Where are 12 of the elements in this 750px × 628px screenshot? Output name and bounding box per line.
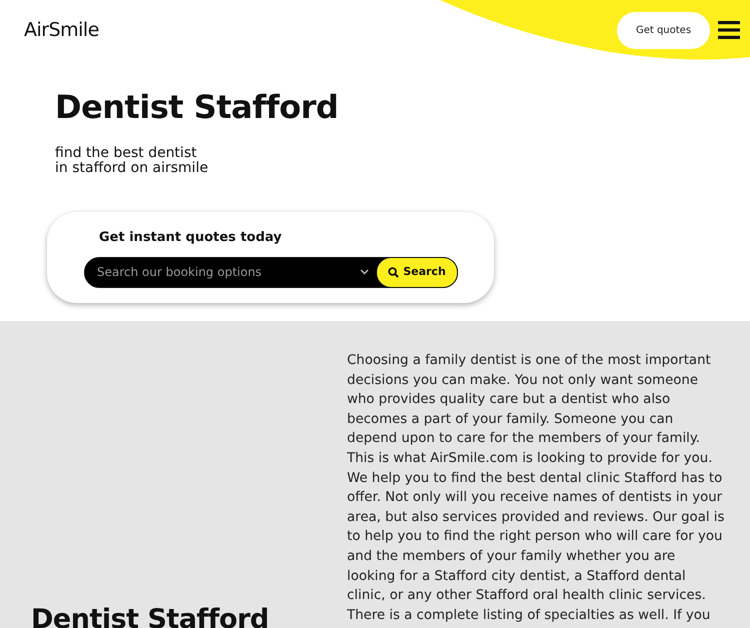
page-title: Dentist Stafford — [55, 88, 340, 126]
logo[interactable]: AirSmile — [24, 16, 99, 44]
quote-heading: Get instant quotes today — [99, 229, 283, 248]
search-icon — [388, 266, 400, 278]
menu-icon[interactable] — [718, 20, 740, 40]
chevron-down-icon — [360, 269, 369, 276]
get-quotes-button[interactable]: Get quotes — [617, 12, 710, 48]
subtitle: find the best dentist in stafford on airsmile — [55, 146, 210, 176]
booking-search-field[interactable]: Search our booking options Search — [84, 256, 458, 288]
body-paragraph: There is a complete listing of specialties as well. If you — [347, 606, 712, 625]
body-paragraph: Choosing a family dentist is one of the most important decisions you can make. You not only want someone who provides quality care but a dentist who also becomes a part of your family. Someone you can depend upon to care for the members of your family. This is what AirSmile.com is looking to provide for you. We help you to find the best dental clinic Stafford has to offer. Not only will you receive names of dentists in your area, but also services provided and reviews. Our goal is to help you to find the right person who will care for you and the members of your family whether you are looking for a Stafford city dentist, a Stafford dental clinic, or any other Stafford oral health clinic services. — [347, 352, 725, 606]
search-button[interactable]: Search — [376, 256, 458, 288]
